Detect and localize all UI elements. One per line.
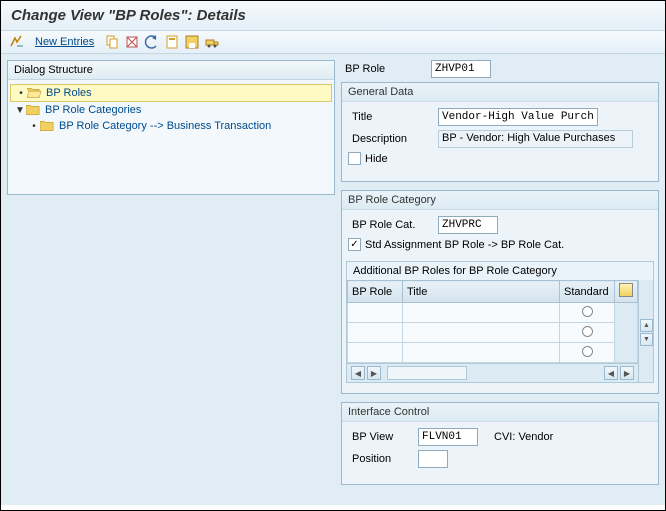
tree: • BP Roles ▼ BP Role Categories • BP Rol…: [8, 80, 334, 194]
bp-view-label: BP View: [348, 431, 418, 443]
bullet-icon: •: [28, 121, 40, 132]
description-label: Description: [348, 133, 438, 145]
additional-roles-header: Additional BP Roles for BP Role Category: [347, 262, 653, 280]
delete-icon[interactable]: [124, 34, 140, 50]
tree-item-bp-roles[interactable]: • BP Roles: [10, 84, 332, 102]
tree-item-bp-role-categories[interactable]: ▼ BP Role Categories: [10, 102, 332, 118]
description-value: BP - Vendor: High Value Purchases: [438, 130, 633, 148]
tree-label: BP Role Category --> Business Transactio…: [59, 120, 271, 132]
content-area: Dialog Structure • BP Roles ▼ BP Role Ca…: [1, 54, 665, 505]
position-input[interactable]: [418, 450, 448, 468]
bp-role-cat-input[interactable]: [438, 216, 498, 234]
scroll-right-icon[interactable]: ▶: [620, 366, 634, 380]
scroll-right-icon[interactable]: ▶: [367, 366, 381, 380]
hide-checkbox[interactable]: [348, 152, 361, 165]
bp-role-input[interactable]: [431, 60, 491, 78]
additional-roles-panel: Additional BP Roles for BP Role Category…: [346, 261, 654, 383]
hide-label: Hide: [365, 153, 388, 165]
col-standard[interactable]: Standard: [560, 281, 615, 303]
copy-icon[interactable]: [104, 34, 120, 50]
folder-open-icon: [27, 87, 42, 99]
left-pane: Dialog Structure • BP Roles ▼ BP Role Ca…: [1, 54, 341, 505]
table-row[interactable]: [348, 303, 638, 323]
interface-control-header: Interface Control: [342, 403, 658, 422]
folder-icon: [26, 104, 41, 116]
dialog-header: Dialog Structure: [8, 61, 334, 80]
folder-icon: [40, 120, 55, 132]
vertical-scrollbar: ▲ ▼: [638, 280, 653, 382]
dialog-structure: Dialog Structure • BP Roles ▼ BP Role Ca…: [7, 60, 335, 195]
standard-radio[interactable]: [582, 306, 593, 317]
col-config[interactable]: [615, 281, 638, 303]
save-icon[interactable]: [184, 34, 200, 50]
standard-radio[interactable]: [582, 326, 593, 337]
std-assignment-label: Std Assignment BP Role -> BP Role Cat.: [365, 239, 564, 251]
table-row[interactable]: [348, 323, 638, 343]
page-title: Change View "BP Roles": Details: [11, 7, 655, 24]
bp-role-row: BP Role: [341, 60, 659, 78]
title-bar: Change View "BP Roles": Details: [1, 1, 665, 31]
select-icon[interactable]: [164, 34, 180, 50]
horizontal-scrollbar: ◀ ▶ ◀ ▶: [347, 363, 638, 382]
toolbar: New Entries: [1, 31, 665, 54]
bp-role-label: BP Role: [341, 63, 431, 75]
right-pane: BP Role General Data Title Description B…: [341, 54, 665, 505]
col-bp-role[interactable]: BP Role: [348, 281, 403, 303]
title-label: Title: [348, 111, 438, 123]
general-data-header: General Data: [342, 83, 658, 102]
expand-icon[interactable]: ▼: [14, 105, 26, 116]
bp-role-category-header: BP Role Category: [342, 191, 658, 210]
std-assignment-checkbox[interactable]: [348, 238, 361, 251]
tree-label: BP Roles: [46, 87, 92, 99]
general-data-panel: General Data Title Description BP - Vend…: [341, 82, 659, 182]
scroll-left-icon[interactable]: ◀: [604, 366, 618, 380]
bp-role-category-panel: BP Role Category BP Role Cat. Std Assign…: [341, 190, 659, 394]
bullet-icon: •: [15, 88, 27, 99]
transport-icon[interactable]: [204, 34, 220, 50]
scroll-down-icon[interactable]: ▼: [640, 333, 653, 346]
scroll-track[interactable]: [387, 366, 467, 380]
new-entries-button[interactable]: New Entries: [35, 36, 94, 48]
standard-radio[interactable]: [582, 346, 593, 357]
undo-icon[interactable]: [144, 34, 160, 50]
tree-label: BP Role Categories: [45, 104, 141, 116]
tree-item-bp-role-cat-trans[interactable]: • BP Role Category --> Business Transact…: [10, 118, 332, 134]
title-input[interactable]: [438, 108, 598, 126]
col-title[interactable]: Title: [403, 281, 560, 303]
bp-view-input[interactable]: [418, 428, 478, 446]
additional-roles-table: BP Role Title Standard: [347, 280, 638, 363]
scroll-up-icon[interactable]: ▲: [640, 319, 653, 332]
scroll-left-icon[interactable]: ◀: [351, 366, 365, 380]
bp-view-text: CVI: Vendor: [494, 431, 553, 443]
position-label: Position: [348, 453, 418, 465]
interface-control-panel: Interface Control BP View CVI: Vendor Po…: [341, 402, 659, 485]
bp-role-cat-label: BP Role Cat.: [348, 219, 438, 231]
table-row[interactable]: [348, 343, 638, 363]
table-settings-icon[interactable]: [619, 283, 633, 297]
toggle-icon[interactable]: [9, 34, 25, 50]
